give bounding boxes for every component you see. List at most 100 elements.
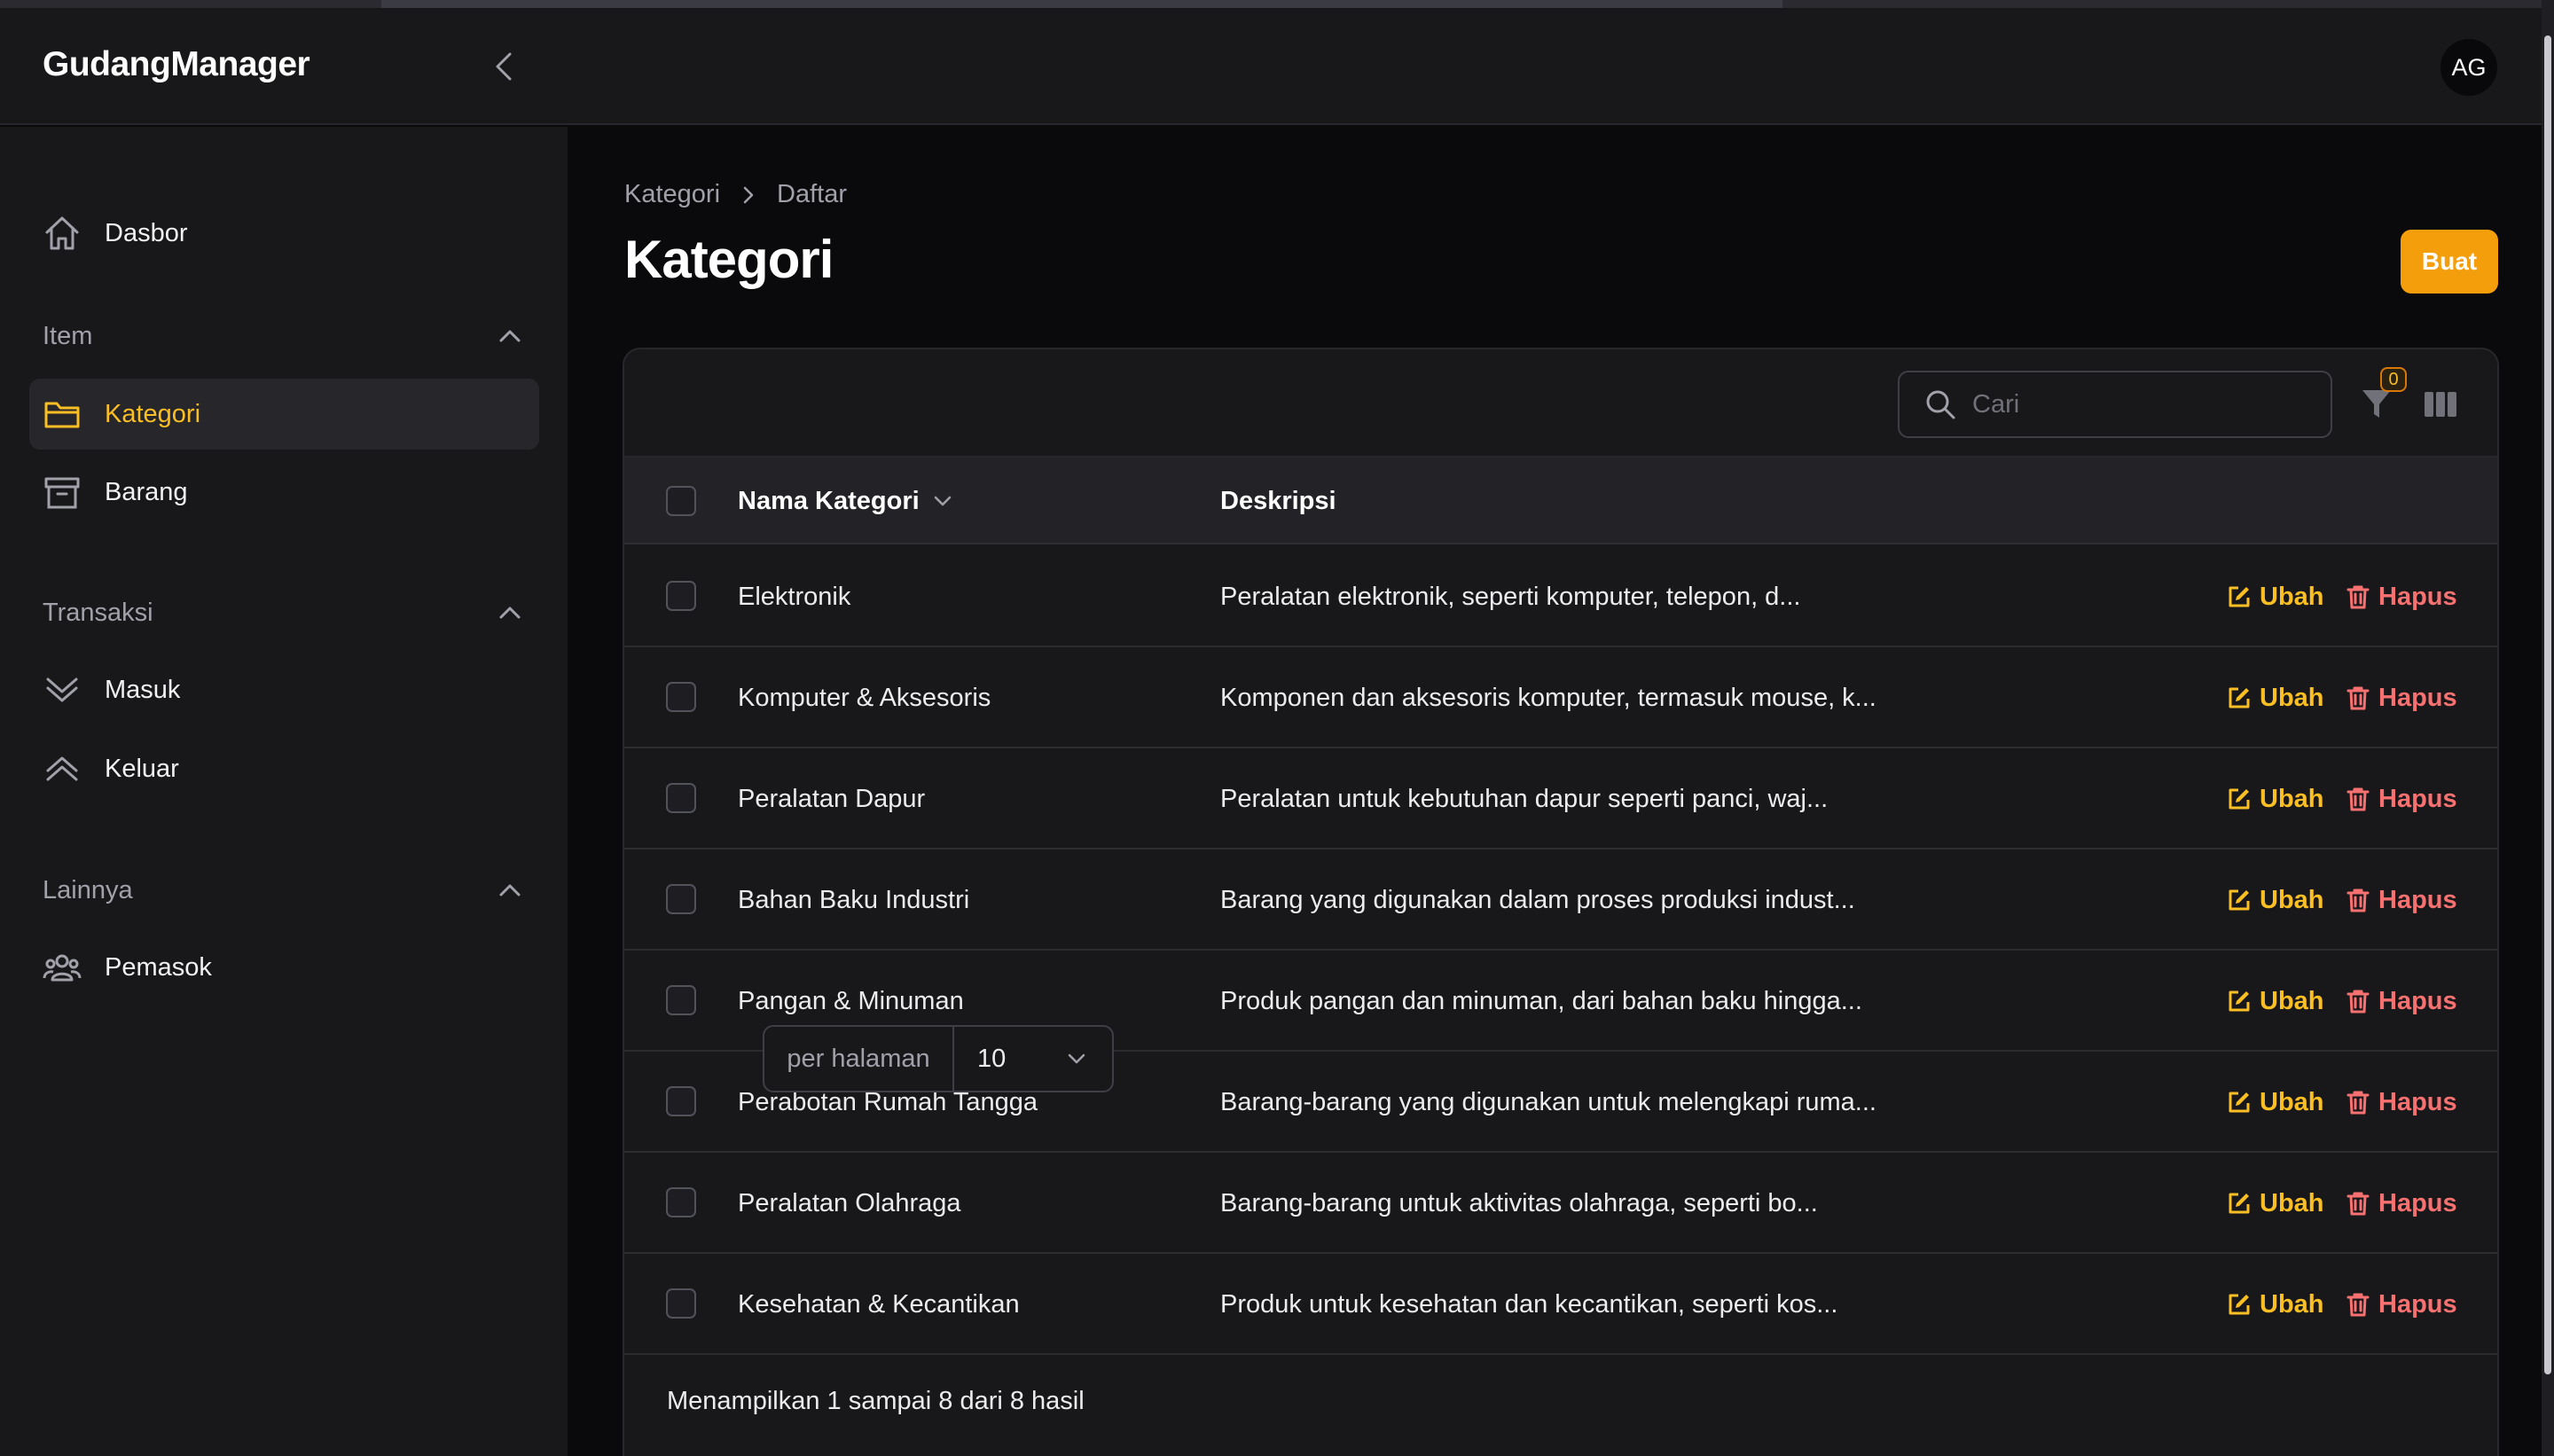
filter-count-badge: 0 — [2380, 367, 2407, 392]
delete-button[interactable]: Hapus — [2345, 748, 2457, 849]
edit-button[interactable]: Ubah — [2226, 951, 2324, 1052]
pencil-square-icon — [2226, 887, 2252, 913]
search-input[interactable] — [1972, 389, 2309, 419]
row-checkbox[interactable] — [666, 581, 696, 611]
pencil-square-icon — [2226, 583, 2252, 610]
pagination-summary: Menampilkan 1 sampai 8 dari 8 hasil — [667, 1387, 1085, 1415]
page-progress-bar — [0, 0, 2554, 8]
row-checkbox[interactable] — [666, 1288, 696, 1319]
column-toggle-button[interactable] — [2421, 385, 2460, 424]
table-row[interactable]: Peralatan Dapur Peralatan untuk kebutuhan… — [624, 748, 2497, 849]
sidebar-item-label: Pemasok — [105, 952, 212, 982]
pencil-square-icon — [2226, 1089, 2252, 1115]
sidebar-group-item[interactable]: Item — [43, 317, 521, 356]
trash-icon — [2345, 786, 2371, 812]
table-row[interactable]: Komputer & Aksesoris Komponen dan aksesor… — [624, 647, 2497, 748]
sidebar-item-keluar[interactable]: Keluar — [29, 733, 539, 804]
edit-button[interactable]: Ubah — [2226, 1052, 2324, 1153]
edit-label: Ubah — [2260, 784, 2324, 813]
breadcrumb-item-kategori[interactable]: Kategori — [624, 180, 720, 209]
sidebar-group-label: Item — [43, 321, 93, 350]
delete-button[interactable]: Hapus — [2345, 546, 2457, 647]
trash-icon — [2345, 1190, 2371, 1217]
sidebar: Dasbor Item Kategori Barang Transaksi Ma… — [0, 127, 568, 1456]
row-checkbox[interactable] — [666, 682, 696, 712]
breadcrumb-item-daftar: Daftar — [777, 180, 847, 208]
edit-label: Ubah — [2260, 1188, 2324, 1217]
chevron-up-icon — [499, 330, 521, 342]
trash-icon — [2345, 887, 2371, 913]
row-checkbox[interactable] — [666, 985, 696, 1015]
per-page-select[interactable]: per halaman 10 — [763, 1025, 1114, 1092]
row-checkbox[interactable] — [666, 1187, 696, 1217]
user-avatar[interactable]: AG — [2440, 39, 2497, 96]
sidebar-item-barang[interactable]: Barang — [29, 457, 539, 528]
select-all-checkbox[interactable] — [666, 486, 696, 516]
trash-icon — [2345, 583, 2371, 610]
delete-button[interactable]: Hapus — [2345, 647, 2457, 748]
columns-icon — [2425, 392, 2456, 417]
edit-button[interactable]: Ubah — [2226, 647, 2324, 748]
category-description-cell: Peralatan elektronik, seperti komputer, … — [1220, 582, 1801, 611]
delete-button[interactable]: Hapus — [2345, 951, 2457, 1052]
category-description-cell: Barang-barang yang digunakan untuk melen… — [1220, 1087, 1876, 1116]
sidebar-collapse-button[interactable] — [486, 49, 521, 84]
column-header-nama-kategori[interactable]: Nama Kategori — [738, 458, 953, 544]
create-button[interactable]: Buat — [2401, 230, 2498, 294]
row-checkbox[interactable] — [666, 783, 696, 813]
sidebar-item-pemasok[interactable]: Pemasok — [29, 932, 539, 1003]
edit-button[interactable]: Ubah — [2226, 1254, 2324, 1355]
edit-button[interactable]: Ubah — [2226, 546, 2324, 647]
top-bar: GudangManager AG — [0, 8, 2542, 125]
edit-label: Ubah — [2260, 885, 2324, 914]
table-row[interactable]: Peralatan Olahraga Barang-barang untuk ak… — [624, 1153, 2497, 1254]
search-field[interactable] — [1898, 371, 2332, 438]
category-table: 0 Nama Kategori Deskripsi Elektronik Pera… — [623, 348, 2499, 1456]
app-root: GudangManager AG Dasbor Item Kategori Ba… — [0, 0, 2554, 1456]
row-checkbox[interactable] — [666, 884, 696, 914]
sidebar-item-label: Dasbor — [105, 218, 188, 247]
chevrons-down-icon — [43, 670, 82, 709]
chevrons-up-icon — [43, 749, 82, 788]
delete-button[interactable]: Hapus — [2345, 1254, 2457, 1355]
per-page-dropdown[interactable]: 10 — [954, 1027, 1112, 1091]
per-page-label: per halaman — [764, 1027, 954, 1091]
table-row[interactable]: Kesehatan & Kecantikan Produk untuk keseh… — [624, 1254, 2497, 1355]
edit-label: Ubah — [2260, 1087, 2324, 1116]
sidebar-group-transaksi[interactable]: Transaksi — [43, 593, 521, 632]
category-description-cell: Barang-barang untuk aktivitas olahraga, … — [1220, 1188, 1818, 1217]
sidebar-item-masuk[interactable]: Masuk — [29, 654, 539, 725]
table-row[interactable]: Elektronik Peralatan elektronik, seperti … — [624, 546, 2497, 647]
chevron-left-icon — [496, 52, 512, 81]
sidebar-item-label: Barang — [105, 477, 188, 506]
pencil-square-icon — [2226, 786, 2252, 812]
table-row[interactable]: Bahan Baku Industri Barang yang digunakan… — [624, 849, 2497, 951]
scrollbar-thumb[interactable] — [2544, 35, 2551, 1374]
sidebar-item-kategori[interactable]: Kategori — [29, 379, 539, 450]
row-checkbox[interactable] — [666, 1086, 696, 1116]
category-name-cell: Bahan Baku Industri — [738, 885, 970, 914]
page-scrollbar[interactable] — [2542, 0, 2554, 1456]
table-header: Nama Kategori Deskripsi — [624, 458, 2497, 544]
sidebar-group-label: Transaksi — [43, 598, 153, 627]
sidebar-group-lainnya[interactable]: Lainnya — [43, 871, 521, 910]
delete-label: Hapus — [2378, 986, 2457, 1015]
chevron-down-icon — [934, 496, 951, 506]
delete-button[interactable]: Hapus — [2345, 1052, 2457, 1153]
user-group-icon — [43, 948, 82, 987]
table-toolbar: 0 — [624, 349, 2497, 458]
edit-button[interactable]: Ubah — [2226, 849, 2324, 951]
sidebar-item-label: Keluar — [105, 754, 179, 783]
sidebar-item-dasbor[interactable]: Dasbor — [29, 198, 539, 269]
delete-label: Hapus — [2378, 582, 2457, 611]
page-title: Kategori — [624, 230, 834, 289]
delete-label: Hapus — [2378, 784, 2457, 813]
delete-button[interactable]: Hapus — [2345, 1153, 2457, 1254]
edit-button[interactable]: Ubah — [2226, 1153, 2324, 1254]
category-name-cell: Peralatan Dapur — [738, 784, 926, 813]
edit-button[interactable]: Ubah — [2226, 748, 2324, 849]
delete-button[interactable]: Hapus — [2345, 849, 2457, 951]
brand-logo[interactable]: GudangManager — [43, 45, 310, 84]
category-description-cell: Produk untuk kesehatan dan kecantikan, s… — [1220, 1289, 1838, 1319]
delete-label: Hapus — [2378, 1289, 2457, 1319]
